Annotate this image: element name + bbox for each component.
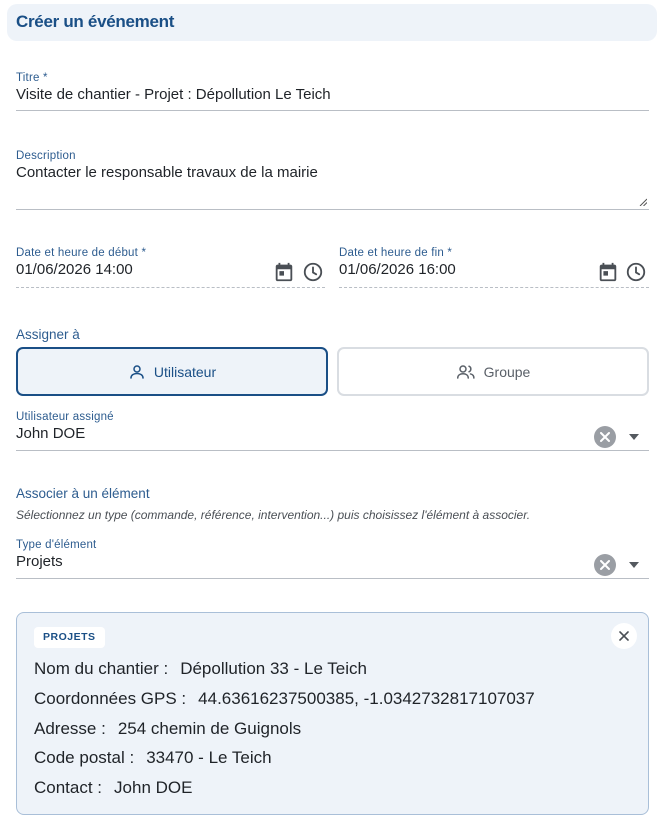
start-datetime-label: Date et heure de début * [16, 247, 147, 259]
assigned-user-field[interactable]: Utilisateur assigné John DOE [16, 411, 114, 442]
end-datetime-field[interactable]: Date et heure de fin * 01/06/2026 16:00 [339, 247, 456, 278]
description-label: Description [16, 150, 76, 162]
chevron-down-icon[interactable] [629, 562, 639, 568]
page-title: Créer un événement [16, 12, 175, 31]
end-datetime-label: Date et heure de fin * [339, 247, 453, 259]
title-underline [16, 110, 649, 111]
description-field[interactable]: Description Contacter le responsable tra… [16, 150, 318, 181]
project-detail-row: Nom du chantier : Dépollution 33 - Le Tei… [34, 659, 367, 679]
associate-section-title: Associer à un élément [16, 486, 150, 501]
associate-helper-text: Sélectionnez un type (commande, référenc… [16, 508, 531, 522]
project-detail-value: Dépollution 33 - Le Teich [180, 659, 367, 678]
group-icon [456, 364, 475, 379]
assigned-user-label: Utilisateur assigné [16, 411, 114, 423]
start-datetime-input[interactable]: 01/06/2026 14:00 [16, 261, 146, 278]
description-underline [16, 209, 649, 210]
project-detail-row: Code postal : 33470 - Le Teich [34, 748, 272, 768]
chevron-down-icon[interactable] [629, 434, 639, 440]
title-label: Titre * [16, 72, 48, 84]
start-datetime-field[interactable]: Date et heure de début * 01/06/2026 14:0… [16, 247, 146, 278]
project-detail-key: Contact : [34, 778, 103, 797]
assign-group-toggle[interactable]: Groupe [337, 347, 649, 396]
calendar-icon[interactable] [597, 261, 619, 283]
element-type-underline [16, 578, 649, 579]
project-detail-value: 33470 - Le Teich [146, 748, 272, 767]
assign-section-title: Assigner à [16, 327, 80, 342]
assigned-user-underline [16, 450, 649, 451]
dialog-header: Créer un événement [7, 4, 657, 41]
close-icon [619, 631, 629, 641]
project-detail-key: Nom du chantier : [34, 659, 169, 678]
end-datetime-input[interactable]: 01/06/2026 16:00 [339, 261, 456, 278]
project-detail-key: Adresse : [34, 719, 106, 738]
project-detail-value: John DOE [114, 778, 193, 797]
assigned-user-select[interactable]: John DOE [16, 425, 114, 442]
description-textarea[interactable]: Contacter le responsable travaux de la m… [16, 164, 318, 181]
project-detail-key: Coordonnées GPS : [34, 689, 187, 708]
clear-user-button[interactable] [594, 426, 616, 448]
assign-group-label: Groupe [483, 363, 531, 380]
clear-type-button[interactable] [594, 554, 616, 576]
remove-project-button[interactable] [611, 623, 637, 649]
project-detail-value: 254 chemin de Guignols [117, 719, 302, 738]
project-detail-key: Code postal : [34, 748, 135, 767]
element-type-field[interactable]: Type d'élément Projets [16, 539, 96, 570]
project-badge: PROJETS [34, 627, 105, 648]
title-input[interactable]: Visite de chantier - Projet : Dépollutio… [16, 86, 331, 103]
project-detail-row: Coordonnées GPS : 44.63616237500385, -1.0… [34, 689, 535, 709]
resize-grip-icon[interactable] [639, 198, 647, 206]
clock-icon[interactable] [625, 261, 647, 283]
end-datetime-underline [339, 287, 649, 288]
user-icon [130, 364, 144, 379]
calendar-icon[interactable] [273, 261, 295, 283]
title-field[interactable]: Titre * Visite de chantier - Projet : Dé… [16, 72, 331, 103]
project-detail-row: Contact : John DOE [34, 778, 192, 798]
project-detail-row: Adresse : 254 chemin de Guignols [34, 719, 301, 739]
element-type-select[interactable]: Projets [16, 553, 96, 570]
project-detail-value: 44.63616237500385, -1.0342732817107037 [198, 689, 535, 708]
element-type-label: Type d'élément [16, 539, 97, 551]
clock-icon[interactable] [302, 261, 324, 283]
selected-project-card: PROJETS Nom du chantier : Dépollution 33 … [16, 612, 649, 815]
close-icon [600, 432, 610, 442]
start-datetime-underline [16, 287, 325, 288]
assign-user-label: Utilisateur [153, 363, 217, 380]
close-icon [600, 560, 610, 570]
assign-user-toggle[interactable]: Utilisateur [16, 347, 328, 396]
